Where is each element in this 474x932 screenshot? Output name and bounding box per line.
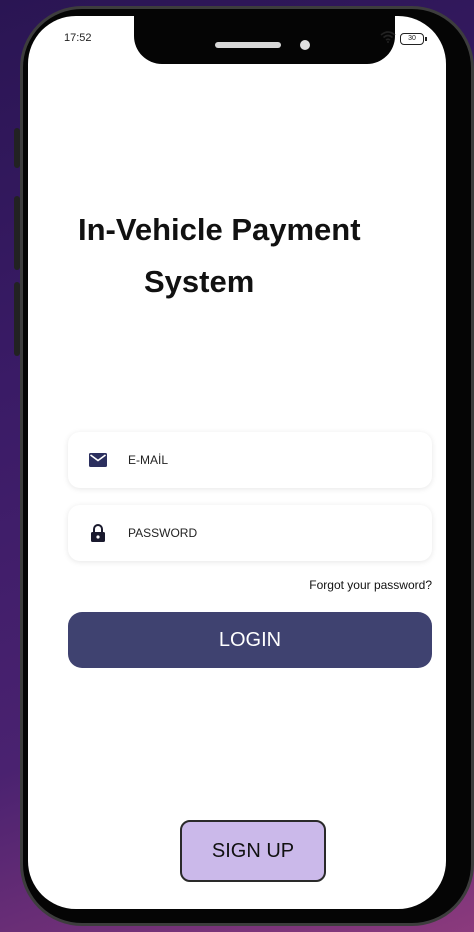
- login-button[interactable]: LOGIN: [68, 612, 432, 668]
- speaker-grille: [215, 42, 281, 48]
- title-line-2: System: [144, 264, 255, 299]
- password-input[interactable]: [128, 526, 388, 540]
- forgot-password-link[interactable]: Forgot your password?: [270, 578, 432, 592]
- status-time: 17:52: [64, 32, 92, 44]
- status-icons: 30: [380, 30, 427, 48]
- title-line-1: In-Vehicle Payment: [78, 212, 361, 247]
- signup-button[interactable]: SIGN UP: [180, 820, 326, 882]
- page-title: In-Vehicle Payment System: [48, 204, 448, 308]
- phone-notch: [134, 16, 395, 64]
- battery-icon: 30: [400, 33, 427, 45]
- password-field[interactable]: [68, 505, 432, 561]
- wifi-icon: [380, 30, 396, 48]
- lock-icon: [68, 524, 128, 542]
- email-field[interactable]: [68, 432, 432, 488]
- front-camera: [300, 40, 310, 50]
- envelope-icon: [68, 453, 128, 467]
- email-input[interactable]: [128, 453, 388, 467]
